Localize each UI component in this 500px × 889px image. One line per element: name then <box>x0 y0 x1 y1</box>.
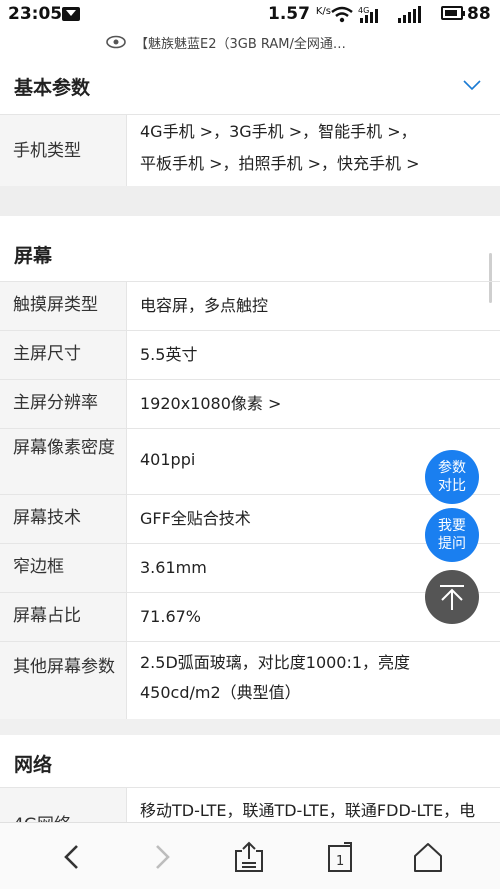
spec-label: 主屏分辨率 <box>13 393 98 413</box>
network-speed-unit: K/s <box>315 6 332 17</box>
spec-label: 其他屏幕参数 <box>13 657 115 677</box>
section-header-basic[interactable]: 基本参数 <box>0 57 500 114</box>
spec-label: 主屏尺寸 <box>13 344 81 364</box>
spec-label: 4G网络 <box>13 812 118 822</box>
wifi-icon <box>331 6 353 14</box>
battery-tip <box>463 11 465 16</box>
forward-arrow-icon[interactable] <box>143 841 179 873</box>
battery-icon <box>441 6 463 20</box>
spec-row: 触摸屏类型 电容屏，多点触控 <box>0 281 500 330</box>
spec-row: 主屏分辨率 1920x1080像素 > <box>0 379 500 428</box>
tabs-count: 1 <box>336 854 344 869</box>
spec-label: 手机类型 <box>13 141 81 161</box>
spec-label-cell: 4G网络 <box>0 788 127 822</box>
status-bar: 23:05 1.57 K/s 4G 88 <box>0 0 500 30</box>
signal-icons: 4G <box>331 6 421 23</box>
spec-row: 主屏尺寸 5.5英寸 <box>0 330 500 379</box>
clock: 23:05 <box>8 4 63 24</box>
tabs-icon[interactable]: 1 <box>322 841 358 873</box>
section-gap <box>0 719 500 735</box>
network-speed-value: 1.57 <box>268 4 310 24</box>
home-icon[interactable] <box>410 841 446 873</box>
spec-row-phone-type: 手机类型 4G手机 >，3G手机 >，智能手机 >， 平板手机 >，拍照手机 >… <box>0 114 500 186</box>
notification-icon <box>62 7 80 21</box>
spec-label-cell: 主屏尺寸 <box>0 331 127 379</box>
resolution-link[interactable]: 1920x1080像素 > <box>140 389 488 419</box>
spec-row: 其他屏幕参数 2.5D弧面玻璃，对比度1000:1，亮度450cd/m2（典型值… <box>0 641 500 719</box>
bottom-nav: 1 <box>0 822 500 889</box>
back-to-top-button[interactable] <box>425 570 479 624</box>
phone-type-links-line1[interactable]: 4G手机 >，3G手机 >，智能手机 >， <box>140 117 488 147</box>
spec-label-cell: 屏幕像素密度 <box>0 429 127 494</box>
compare-params-button[interactable]: 参数对比 <box>425 450 479 504</box>
compare-params-label: 参数对比 <box>438 460 466 494</box>
spec-label: 窄边框 <box>13 557 64 577</box>
spec-label-cell: 屏幕占比 <box>0 593 127 641</box>
section-header-screen: 屏幕 <box>0 216 500 281</box>
ask-question-label: 我要提问 <box>438 518 466 552</box>
phone-type-links-line2[interactable]: 平板手机 >，拍照手机 >，快充手机 > <box>140 149 488 179</box>
spec-label-cell: 主屏分辨率 <box>0 380 127 428</box>
chevron-down-icon[interactable] <box>462 79 482 91</box>
section-title-network: 网络 <box>14 754 53 776</box>
spec-value: 移动TD-LTE，联通TD-LTE，联通FDD-LTE，电 <box>140 801 476 820</box>
spec-label-cell: 屏幕技术 <box>0 495 127 543</box>
eye-icon <box>106 35 126 49</box>
spec-row: 4G网络 移动TD-LTE，联通TD-LTE，联通FDD-LTE，电 <box>0 787 500 822</box>
network-speed: 1.57 K/s <box>268 4 331 24</box>
spec-label-cell: 手机类型 <box>0 115 127 186</box>
back-arrow-icon[interactable] <box>55 841 91 873</box>
section-header-network: 网络 <box>0 735 500 787</box>
battery-level: 88 <box>467 4 491 24</box>
network-type: 4G <box>358 6 369 15</box>
spec-label-cell: 触摸屏类型 <box>0 282 127 330</box>
spec-label: 触摸屏类型 <box>13 295 98 315</box>
spec-value: 5.5英寸 <box>140 345 198 364</box>
spec-content[interactable]: 基本参数 手机类型 4G手机 >，3G手机 >，智能手机 >， 平板手机 >，拍… <box>0 57 500 822</box>
spec-label: 屏幕占比 <box>13 606 81 626</box>
section-title-screen: 屏幕 <box>14 245 53 267</box>
spec-value: 2.5D弧面玻璃，对比度1000:1，亮度450cd/m2（典型值） <box>140 653 411 702</box>
share-icon[interactable] <box>231 841 267 873</box>
spec-label: 屏幕像素密度 <box>13 438 115 458</box>
section-title-basic: 基本参数 <box>14 77 91 99</box>
url-bar[interactable]: 【魅族魅蓝E2（3GB RAM/全网通… <box>0 30 500 56</box>
page-title[interactable]: 【魅族魅蓝E2（3GB RAM/全网通… <box>135 33 346 52</box>
spec-label-cell: 窄边框 <box>0 544 127 592</box>
back-to-top-icon <box>440 585 464 610</box>
spec-label: 屏幕技术 <box>13 508 81 528</box>
ask-question-button[interactable]: 我要提问 <box>425 508 479 562</box>
section-gap <box>0 186 500 216</box>
spec-value: 电容屏，多点触控 <box>140 296 269 315</box>
spec-label-cell: 其他屏幕参数 <box>0 642 127 719</box>
